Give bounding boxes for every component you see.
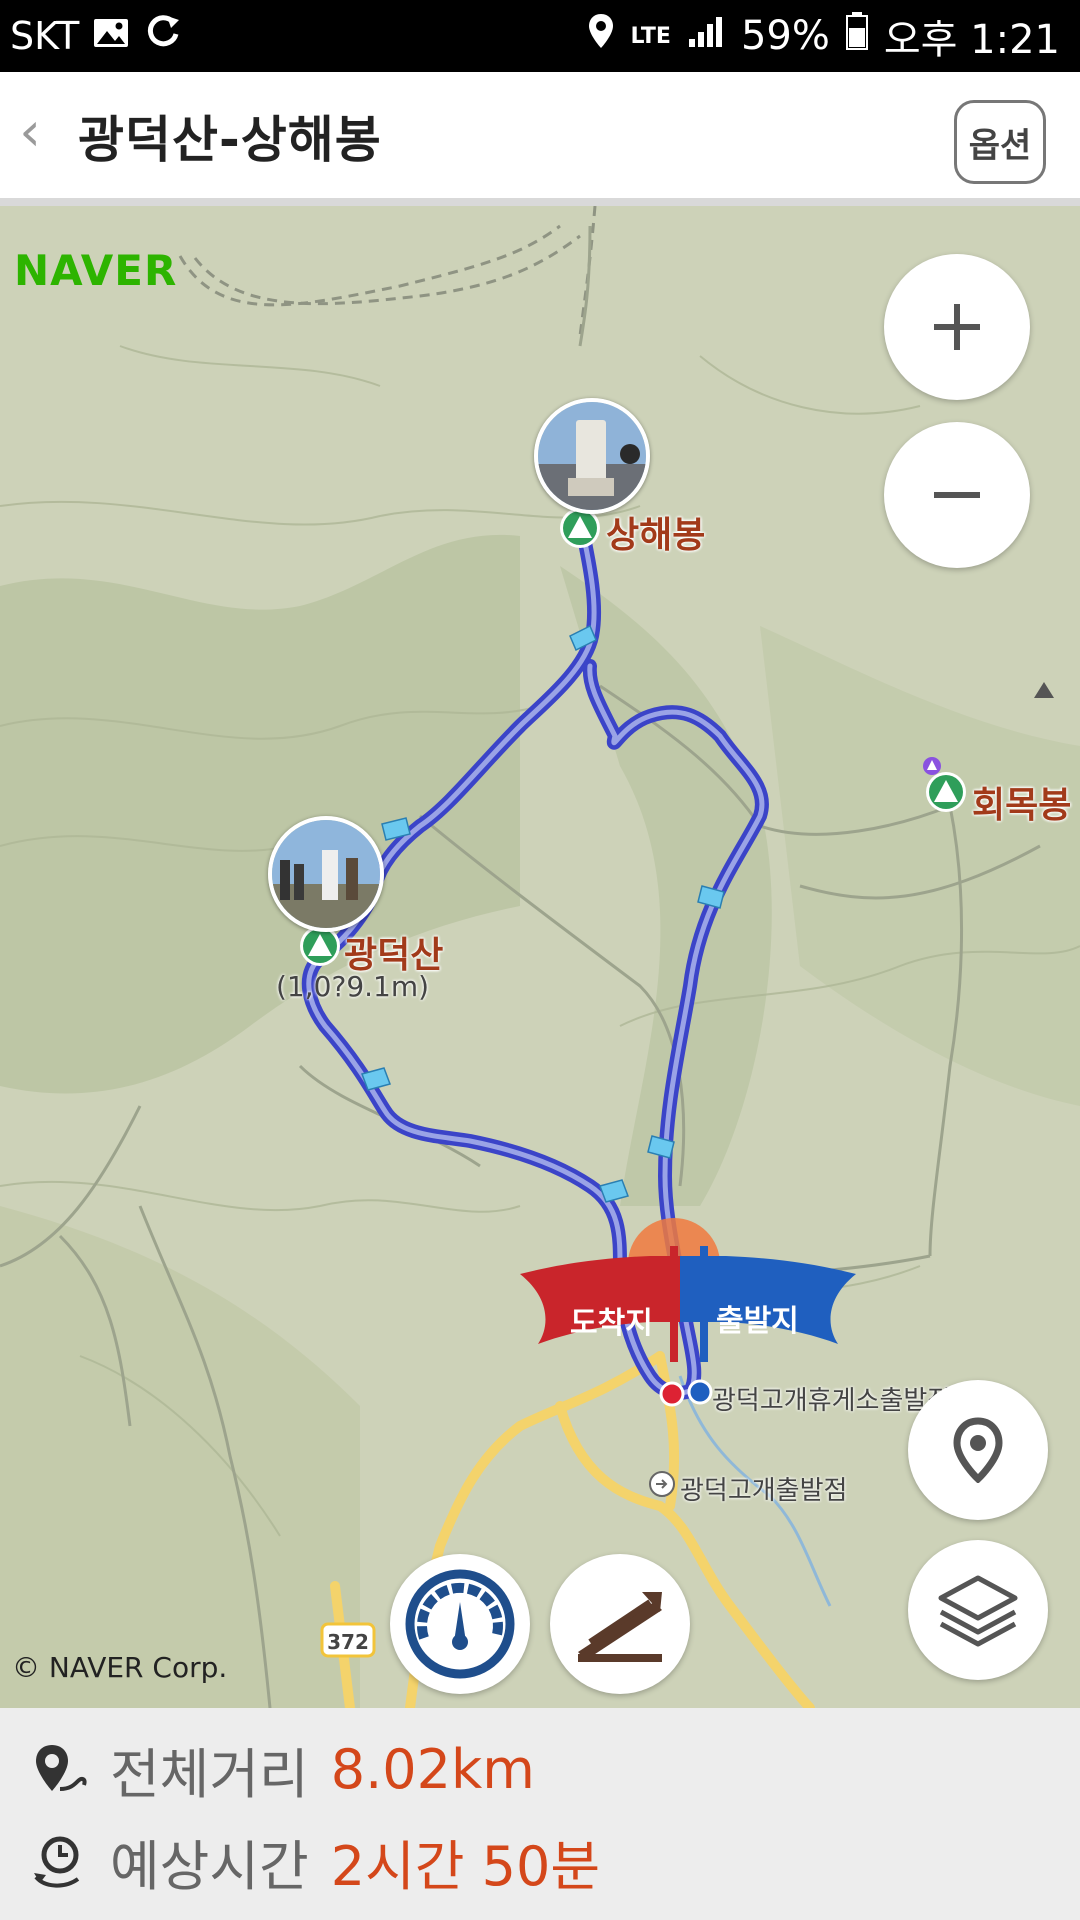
poi-label[interactable]: 광덕고개휴게소출발점	[712, 1380, 951, 1417]
options-button[interactable]: 옵션	[954, 100, 1046, 184]
back-button[interactable]: ‹	[10, 102, 50, 162]
gallery-icon	[93, 14, 129, 58]
road-shield: 372	[320, 1622, 376, 1658]
layers-icon	[938, 1575, 1018, 1647]
minus-icon	[934, 492, 980, 498]
map-copyright: © NAVER Corp.	[12, 1651, 228, 1684]
signal-icon	[687, 13, 725, 59]
refresh-icon	[143, 12, 183, 61]
map-view[interactable]: 372 NAVER 상해봉 광덕산 (1,0?9.1m) 회목봉 도착지 출발지…	[0, 206, 1080, 1708]
peak-marker[interactable]	[560, 508, 600, 548]
clock-pin-icon	[34, 1836, 80, 1887]
peak-label[interactable]: 상해봉	[606, 506, 705, 558]
slope-button[interactable]	[550, 1554, 690, 1694]
page-title: 광덕산-상해봉	[78, 111, 382, 169]
arrival-flag-label: 도착지	[570, 1306, 653, 1341]
time-value: 2시간 50분	[330, 1835, 601, 1898]
location-pin-icon	[953, 1417, 1003, 1483]
poi-marker	[649, 1471, 675, 1497]
location-pin-icon	[587, 12, 615, 60]
layers-button[interactable]	[908, 1540, 1048, 1680]
time-label: 예상시간	[110, 1835, 309, 1898]
route-distance-icon	[36, 1744, 87, 1791]
chevron-left-icon: ‹	[19, 100, 41, 163]
speed-button[interactable]	[390, 1554, 530, 1694]
my-location-button[interactable]	[908, 1380, 1048, 1520]
battery-percent: 59%	[740, 13, 830, 59]
departure-flag-label: 출발지	[716, 1304, 799, 1339]
route-summary: 전체거리 8.02km 예상시간 2시간 50분	[0, 1708, 1080, 1920]
peak-label[interactable]: 회목봉	[972, 776, 1071, 828]
road-number: 372	[327, 1630, 369, 1654]
distance-value: 8.02km	[330, 1738, 535, 1801]
distance-row: 전체거리 8.02km	[30, 1730, 535, 1809]
peak-photo[interactable]	[534, 398, 650, 514]
plus-icon	[934, 304, 980, 350]
distance-label: 전체거리	[110, 1743, 309, 1806]
poi-label[interactable]: 광덕고개출발점	[680, 1470, 847, 1507]
zoom-out-button[interactable]	[884, 422, 1030, 568]
clock: 오후 1:21	[883, 17, 1060, 63]
peak-elevation: (1,0?9.1m)	[276, 970, 430, 1003]
peak-photo[interactable]	[268, 816, 384, 932]
zoom-in-button[interactable]	[884, 254, 1030, 400]
network-type: LTE	[630, 23, 671, 49]
app-header: ‹ 광덕산-상해봉 옵션	[0, 72, 1080, 206]
time-row: 예상시간 2시간 50분	[30, 1822, 600, 1901]
speedometer-icon	[405, 1569, 515, 1679]
start-end-flags	[520, 1218, 856, 1362]
slope-icon	[578, 1592, 662, 1662]
status-bar: SKT LTE 59% 오후 1:21	[0, 0, 1080, 72]
peak-marker[interactable]	[300, 926, 340, 966]
battery-icon	[845, 12, 868, 60]
carrier-label: SKT	[10, 14, 80, 58]
naver-logo: NAVER	[14, 246, 178, 295]
